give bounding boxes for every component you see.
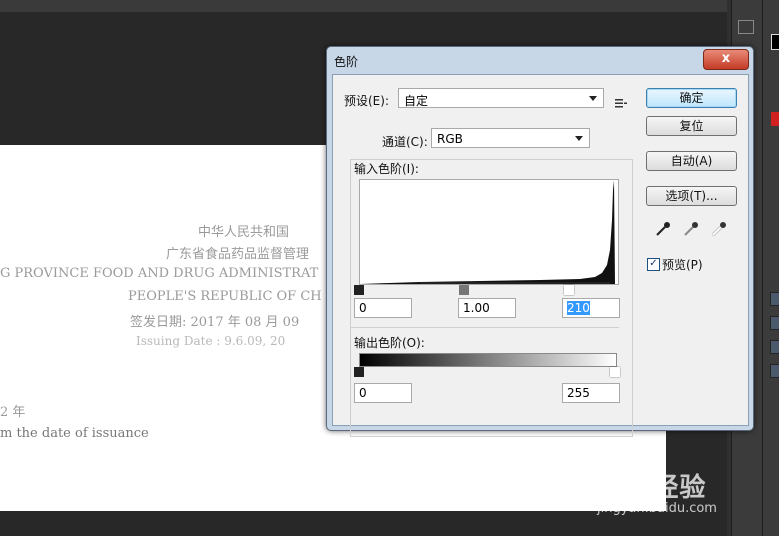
levels-dialog: 色阶 x 预设(E): 自定 通道(C): RGB 输入色阶(I): 0 1.0…	[326, 46, 754, 437]
histogram	[359, 179, 619, 285]
input-highlight-slider[interactable]	[564, 285, 574, 295]
channel-label: 通道(C):	[379, 133, 431, 150]
chevron-down-icon	[575, 136, 583, 141]
doc-line-4: PEOPLE'S REPUBLIC OF CH	[128, 289, 322, 304]
divider	[350, 327, 619, 328]
output-shadow-slider[interactable]	[354, 367, 364, 377]
white-eyedropper-icon[interactable]	[711, 221, 727, 237]
doc-line-2: 广东省食品药品监督管理	[166, 247, 310, 262]
dialog-title-bar[interactable]: 色阶 x	[327, 47, 753, 73]
input-midtone-field[interactable]: 1.00	[458, 298, 516, 318]
preset-value: 自定	[404, 94, 429, 108]
input-levels-label: 输入色阶(I):	[354, 162, 419, 176]
color-swatch[interactable]	[771, 34, 779, 50]
preset-label: 预设(E):	[344, 94, 389, 108]
layer-thumb[interactable]	[770, 340, 779, 354]
input-midtone-slider[interactable]	[459, 285, 469, 295]
options-button[interactable]: 选项(T)...	[646, 186, 737, 206]
auto-button[interactable]: 自动(A)	[646, 151, 737, 171]
channel-value: RGB	[437, 132, 463, 146]
output-levels-label: 输出色阶(O):	[354, 336, 425, 350]
doc-line-8: m the date of issuance	[0, 426, 149, 441]
input-shadow-slider[interactable]	[354, 285, 364, 295]
doc-line-1: 中华人民共和国	[198, 225, 290, 240]
output-highlight-field[interactable]: 255	[562, 383, 620, 403]
color-swatch-red[interactable]	[771, 112, 779, 126]
input-highlight-value: 210	[567, 301, 590, 315]
layer-thumb[interactable]	[770, 364, 779, 378]
preview-label[interactable]: 预览(P)	[662, 256, 703, 273]
options-bar	[0, 0, 727, 12]
output-shadow-field[interactable]: 0	[354, 383, 412, 403]
chevron-down-icon	[589, 96, 597, 101]
output-highlight-slider[interactable]	[610, 367, 620, 377]
watermark: Bai 经验 jingyan.baidu.com	[593, 455, 773, 525]
input-highlight-field[interactable]: 210	[562, 298, 620, 318]
input-shadow-field[interactable]: 0	[354, 298, 412, 318]
doc-line-6: Issuing Date : 9.6.09, 20	[136, 334, 286, 348]
preset-options-icon[interactable]	[615, 93, 627, 108]
black-eyedropper-icon[interactable]	[655, 221, 671, 237]
layer-thumb[interactable]	[770, 292, 779, 306]
dialog-title: 色阶	[334, 55, 359, 69]
doc-line-5: 签发日期: 2017 年 08 月 09	[130, 315, 300, 330]
history-icon[interactable]	[738, 20, 754, 34]
dialog-body: 预设(E): 自定 通道(C): RGB 输入色阶(I): 0 1.00 210	[332, 74, 749, 437]
channel-select[interactable]: RGB	[431, 128, 590, 148]
doc-line-7: 2 年	[0, 405, 26, 420]
doc-line-3: G PROVINCE FOOD AND DRUG ADMINISTRAT	[0, 266, 319, 281]
layer-visibility-icon[interactable]	[770, 316, 779, 330]
reset-button[interactable]: 复位	[646, 116, 737, 136]
preview-checkbox[interactable]: ✓	[647, 258, 660, 271]
preset-select[interactable]: 自定	[398, 88, 604, 108]
watermark-logo: Bai 经验	[593, 473, 707, 503]
close-button[interactable]: x	[703, 49, 749, 70]
histogram-graph	[360, 180, 615, 284]
gray-eyedropper-icon[interactable]	[683, 221, 699, 237]
watermark-url: jingyan.baidu.com	[597, 501, 717, 516]
ok-button[interactable]: 确定	[646, 88, 737, 108]
output-gradient-bar	[359, 353, 617, 367]
